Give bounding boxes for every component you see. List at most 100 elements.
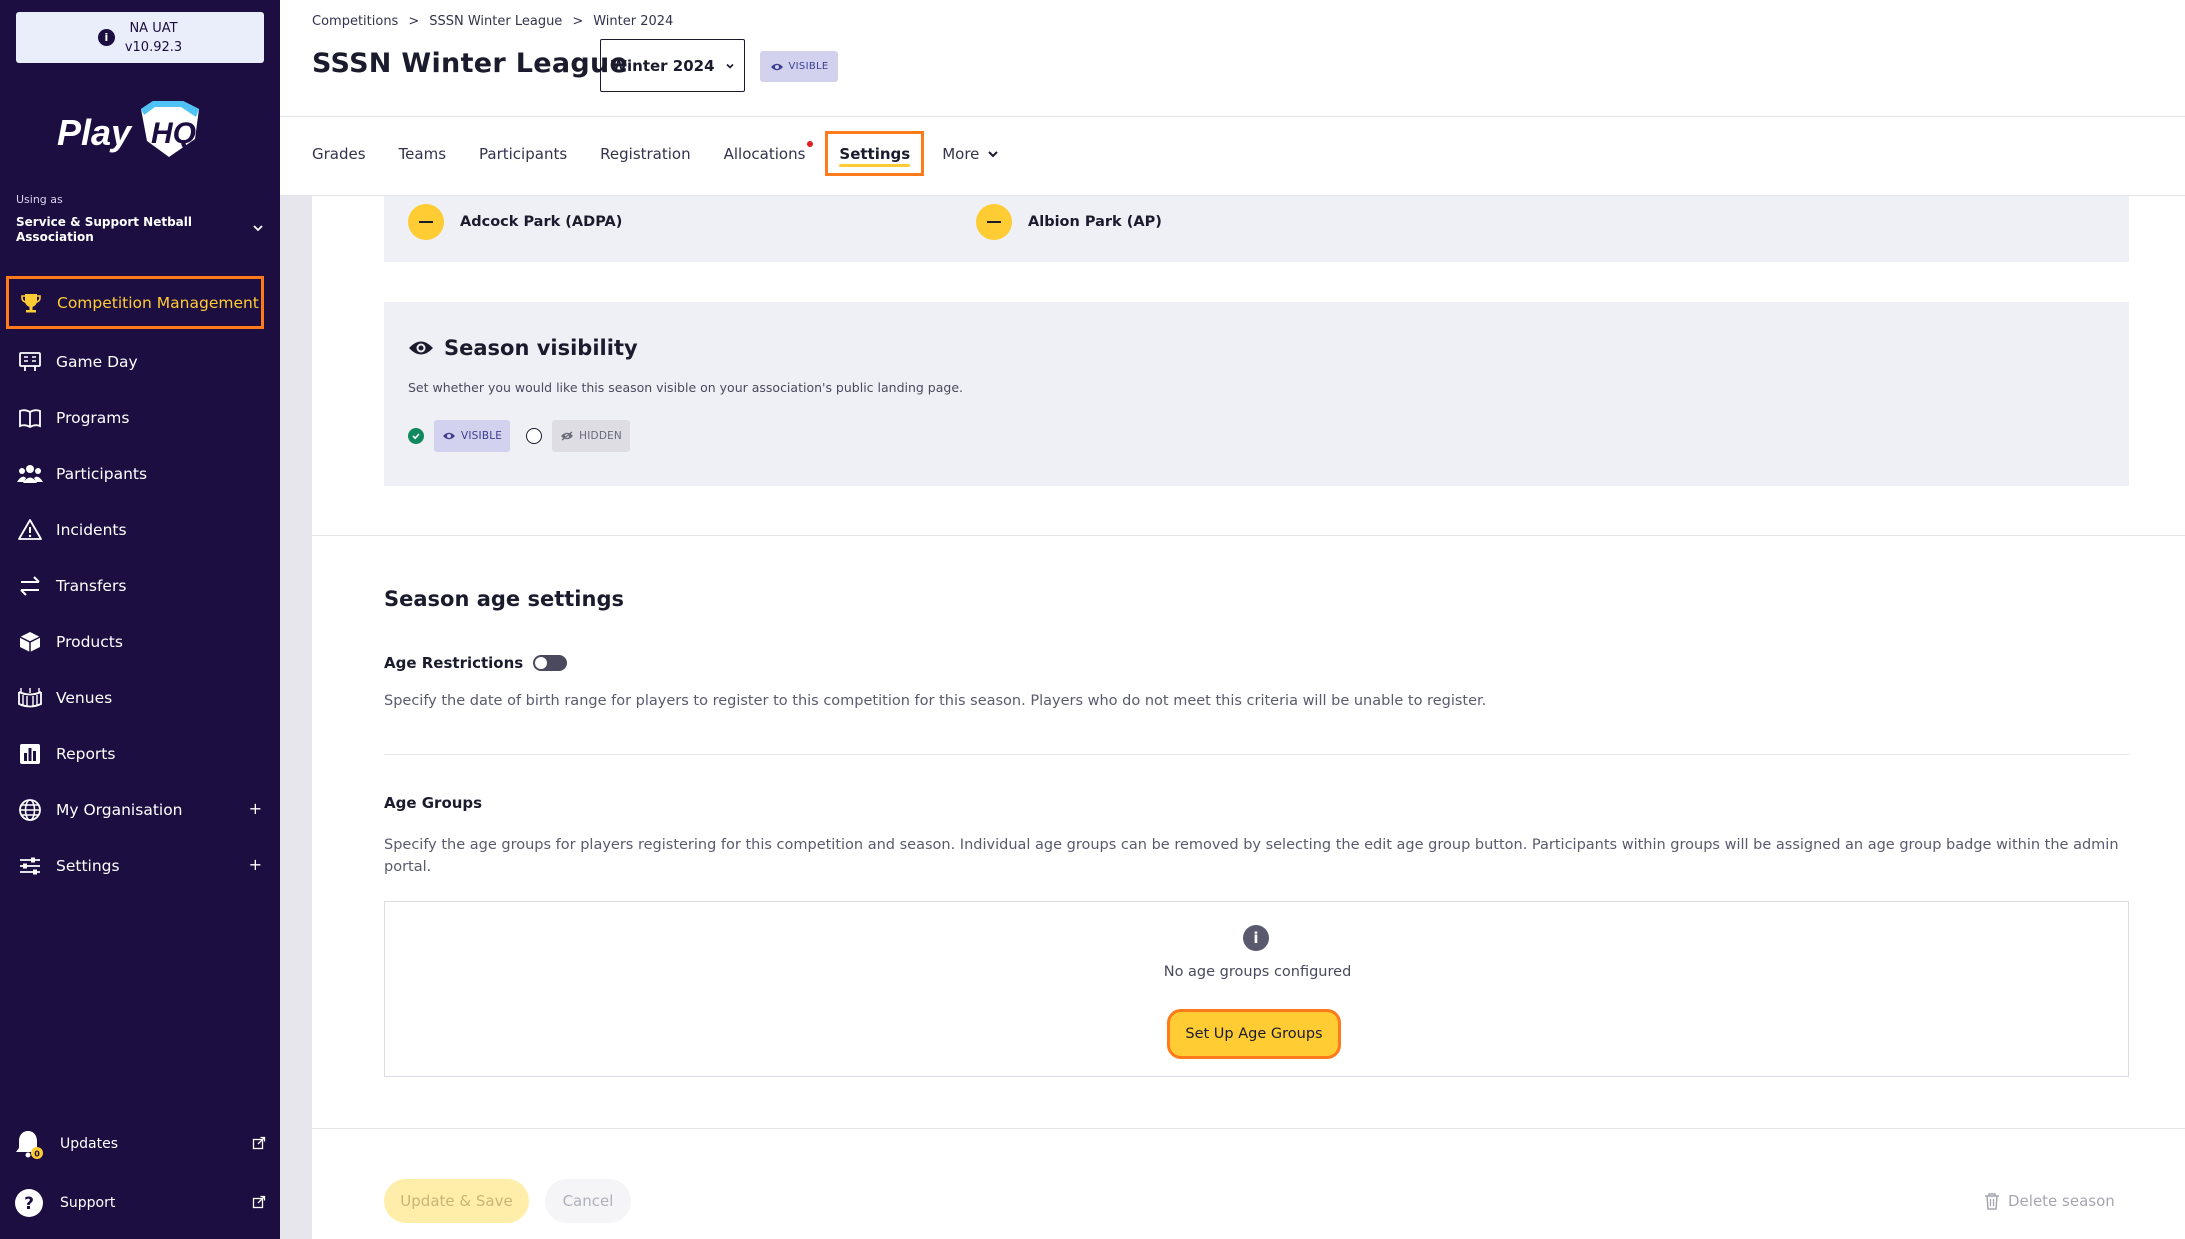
- sidebar-item-label: Venues: [56, 689, 113, 707]
- sidebar: i NA UAT v10.92.3 Play HQ Using as Servi…: [0, 0, 280, 1239]
- hidden-option-badge[interactable]: HIDDEN: [552, 420, 630, 452]
- season-visibility-description: Set whether you would like this season v…: [408, 380, 964, 395]
- remove-venue-button[interactable]: [408, 204, 444, 240]
- season-dropdown[interactable]: Winter 2024: [600, 39, 745, 92]
- sidebar-item-label: My Organisation: [56, 801, 183, 819]
- sidebar-item-label: Reports: [56, 745, 116, 763]
- support-link[interactable]: ? Support: [14, 1183, 266, 1223]
- active-tab-indicator: [839, 164, 911, 167]
- remove-venue-button[interactable]: [976, 204, 1012, 240]
- breadcrumb-separator: >: [572, 14, 584, 29]
- visible-option-badge[interactable]: VISIBLE: [434, 420, 511, 452]
- venue-name: Adcock Park (ADPA): [460, 214, 623, 230]
- tab-teams[interactable]: Teams: [399, 131, 446, 176]
- chevron-down-icon: [725, 63, 734, 69]
- transfer-icon: [16, 572, 44, 600]
- sidebar-item-label: Game Day: [56, 353, 138, 371]
- visible-radio[interactable]: [408, 428, 424, 444]
- set-up-age-groups-button[interactable]: Set Up Age Groups: [1167, 1009, 1341, 1059]
- visibility-options: VISIBLE HIDDEN: [408, 420, 630, 452]
- section-divider: [384, 754, 2129, 755]
- hidden-radio[interactable]: [526, 428, 543, 444]
- svg-text:0: 0: [34, 1150, 40, 1159]
- season-age-settings-title: Season age settings: [384, 587, 624, 611]
- page-title: SSSN Winter League: [312, 48, 629, 79]
- sidebar-item-reports[interactable]: Reports: [8, 729, 264, 779]
- sidebar-item-transfers[interactable]: Transfers: [8, 561, 264, 611]
- cancel-button[interactable]: Cancel: [545, 1179, 631, 1223]
- expand-icon[interactable]: +: [249, 799, 262, 818]
- sidebar-item-label: Competition Management: [57, 293, 259, 312]
- help-icon: ?: [14, 1188, 44, 1218]
- sidebar-item-venues[interactable]: Venues: [8, 673, 264, 723]
- check-icon: [412, 433, 420, 440]
- tab-label: Settings: [839, 144, 911, 163]
- external-link-icon: [252, 1195, 266, 1209]
- environment-badge[interactable]: i NA UAT v10.92.3: [16, 12, 264, 63]
- tab-label: More: [942, 144, 980, 163]
- season-visibility-title: Season visibility: [444, 336, 638, 360]
- age-groups-description: Specify the age groups for players regis…: [384, 837, 2119, 875]
- breadcrumb-season: Winter 2024: [593, 14, 674, 29]
- tab-settings[interactable]: Settings: [825, 131, 925, 176]
- updates-link[interactable]: 0 Updates: [14, 1124, 266, 1164]
- sidebar-item-programs[interactable]: Programs: [8, 393, 264, 443]
- report-icon: [16, 740, 44, 768]
- breadcrumb-separator: >: [408, 14, 420, 29]
- update-save-button[interactable]: Update & Save: [384, 1179, 529, 1223]
- toggle-knob: [535, 657, 548, 669]
- tab-allocations[interactable]: Allocations: [723, 131, 814, 176]
- tab-more[interactable]: More: [942, 131, 999, 176]
- age-restrictions-label: Age Restrictions: [384, 654, 524, 672]
- tab-grades[interactable]: Grades: [312, 131, 366, 176]
- globe-icon: [16, 796, 44, 824]
- venues-panel: Adcock Park (ADPA) Albion Park (AP): [384, 196, 2129, 262]
- tab-label: Registration: [600, 144, 691, 163]
- tab-label: Allocations: [723, 144, 806, 163]
- header-divider: [280, 116, 2185, 117]
- empty-state-text: No age groups configured: [1163, 964, 1352, 980]
- notification-dot: [807, 141, 814, 147]
- app-root: i NA UAT v10.92.3 Play HQ Using as Servi…: [0, 0, 2185, 1239]
- sidebar-item-incidents[interactable]: Incidents: [8, 505, 264, 555]
- sidebar-item-my-organisation[interactable]: My Organisation +: [8, 785, 264, 835]
- age-restrictions-row: Age Restrictions: [384, 654, 568, 672]
- visibility-status-badge: VISIBLE: [760, 51, 838, 82]
- environment-name: NA UAT: [129, 20, 178, 36]
- sidebar-item-label: Participants: [56, 465, 148, 483]
- expand-icon[interactable]: +: [249, 855, 262, 874]
- tab-label: Grades: [312, 144, 366, 163]
- sidebar-item-game-day[interactable]: Game Day: [8, 337, 264, 387]
- age-restrictions-toggle[interactable]: [533, 655, 568, 671]
- trophy-icon: [17, 289, 45, 317]
- sidebar-item-settings[interactable]: Settings +: [8, 841, 264, 891]
- chevron-down-icon[interactable]: [252, 222, 264, 234]
- sidebar-item-competition-management[interactable]: Competition Management: [6, 276, 264, 329]
- box-icon: [16, 628, 44, 656]
- sidebar-item-participants[interactable]: Participants: [8, 449, 264, 499]
- delete-season-label: Delete season: [2008, 1192, 2115, 1210]
- sidebar-item-label: Transfers: [56, 577, 127, 595]
- tab-participants[interactable]: Participants: [479, 131, 567, 176]
- eye-off-icon: [561, 431, 574, 441]
- eye-icon: [409, 341, 433, 355]
- sidebar-item-products[interactable]: Products: [8, 617, 264, 667]
- visible-option-label: VISIBLE: [461, 430, 503, 442]
- organisation-name[interactable]: Service & Support Netball Association: [16, 215, 236, 245]
- page-header: Competitions > SSSN Winter League > Wint…: [280, 0, 2185, 196]
- breadcrumb-competitions[interactable]: Competitions: [312, 14, 398, 29]
- book-icon: [16, 404, 44, 432]
- support-label: Support: [60, 1195, 116, 1211]
- stadium-icon: [16, 684, 44, 712]
- hidden-option-label: HIDDEN: [579, 430, 622, 442]
- delete-season-button[interactable]: Delete season: [1984, 1186, 2115, 1216]
- playhq-logo[interactable]: Play HQ: [55, 95, 205, 165]
- tab-bar: Grades Teams Participants Registration A…: [312, 131, 1032, 176]
- scroll-gutter: [280, 196, 312, 1239]
- age-groups-title: Age Groups: [384, 794, 483, 812]
- tab-registration[interactable]: Registration: [600, 131, 690, 176]
- eye-icon: [443, 432, 455, 440]
- breadcrumb-league[interactable]: SSSN Winter League: [429, 14, 562, 29]
- venue-name: Albion Park (AP): [1028, 214, 1162, 230]
- age-groups-empty-state: i No age groups configured Set Up Age Gr…: [384, 901, 2129, 1077]
